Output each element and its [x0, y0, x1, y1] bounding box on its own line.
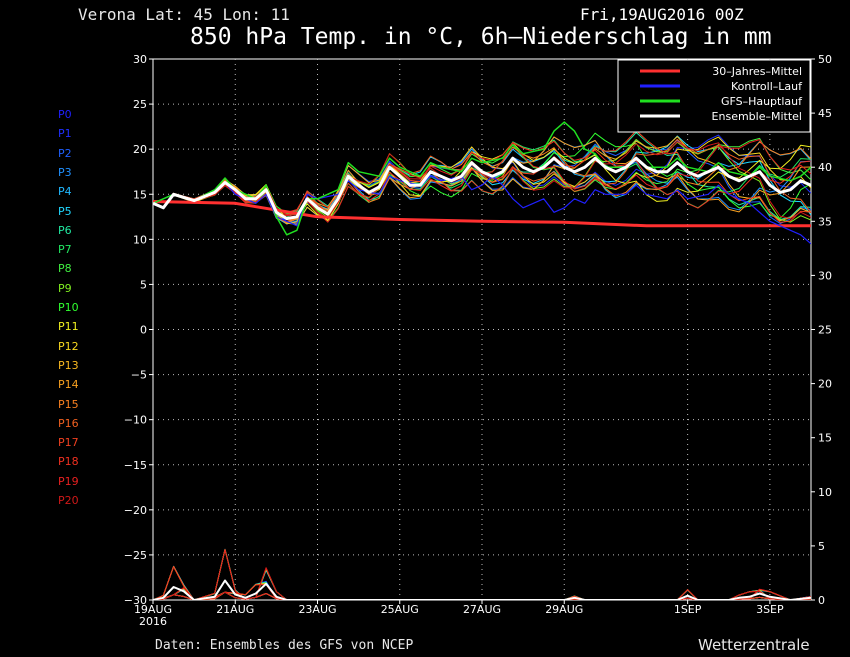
member-label: P1 [58, 127, 72, 141]
y-left-tick-label: 0 [140, 324, 147, 337]
member-label: P20 [58, 494, 79, 507]
member-label: P3 [58, 165, 72, 179]
brand-label: Wetterzentrale [698, 636, 810, 654]
x-tick-label: 1SEP [674, 603, 702, 616]
legend-label: Ensemble–Mittel [712, 110, 802, 123]
y-left-tick-label: −15 [124, 459, 147, 472]
y-right-tick-label: 25 [818, 324, 832, 337]
y-left-tick-label: 25 [133, 98, 147, 111]
legend-label: 30–Jahres–Mittel [712, 65, 802, 78]
climate-mean-line [153, 200, 811, 228]
meteogram-chart: 302520151050−5−10−15−20−25−3050454035302… [124, 53, 832, 628]
y-right-tick-label: 50 [818, 53, 832, 66]
legend-label: Kontroll–Lauf [731, 80, 803, 93]
y-right-tick-label: 45 [818, 107, 832, 120]
y-left-tick-label: 5 [140, 278, 147, 291]
member-label: P14 [58, 378, 79, 392]
legend-label: GFS–Hauptlauf [721, 95, 803, 108]
y-right-tick-label: 30 [818, 269, 832, 282]
x-tick-label: 27AUG [463, 603, 501, 616]
y-left-tick-label: 15 [133, 188, 147, 201]
member-label: P9 [58, 281, 72, 295]
x-tick-label: 21AUG [216, 603, 254, 616]
x-tick-label: 25AUG [381, 603, 419, 616]
member-label: P10 [58, 301, 79, 314]
member-label: P6 [58, 223, 72, 237]
member-label: P11 [58, 320, 79, 334]
y-left-tick-label: 10 [133, 233, 147, 246]
member-label: P18 [58, 455, 79, 469]
member-label: P4 [58, 185, 72, 199]
y-left-tick-label: −20 [124, 504, 147, 517]
member-label: P15 [58, 397, 79, 411]
y-right-tick-label: 0 [818, 594, 825, 607]
member-label: P8 [58, 262, 72, 276]
member-label: P13 [58, 358, 79, 372]
meteogram-page: Verona Lat: 45 Lon: 11 Fri,19AUG2016 00Z… [0, 0, 850, 657]
member-label: P2 [58, 146, 72, 160]
x-tick-label: 23AUG [298, 603, 336, 616]
y-right-tick-label: 10 [818, 486, 832, 499]
y-right-tick-label: 40 [818, 161, 832, 174]
member-label: P19 [58, 474, 79, 488]
y-right-tick-label: 15 [818, 432, 832, 445]
x-tick-sublabel: 2016 [139, 615, 167, 628]
member-label: P0 [58, 108, 72, 121]
member-label: P17 [58, 436, 79, 450]
y-right-tick-label: 20 [818, 378, 832, 391]
member-label: P7 [58, 243, 72, 257]
precip-mean-line [153, 579, 811, 600]
y-left-tick-label: −5 [131, 369, 147, 382]
data-source-note: Daten: Ensembles des GFS von NCEP [155, 638, 414, 653]
x-tick-label: 3SEP [756, 603, 784, 616]
member-label: P12 [58, 339, 79, 353]
y-left-tick-label: −10 [124, 414, 147, 427]
y-left-tick-label: −25 [124, 549, 147, 562]
member-label: P16 [58, 416, 79, 430]
y-right-tick-label: 5 [818, 540, 825, 553]
x-tick-label: 29AUG [545, 603, 583, 616]
member-label: P5 [58, 204, 72, 218]
y-left-tick-label: 20 [133, 143, 147, 156]
y-left-tick-label: 30 [133, 53, 147, 66]
y-right-tick-label: 35 [818, 215, 832, 228]
